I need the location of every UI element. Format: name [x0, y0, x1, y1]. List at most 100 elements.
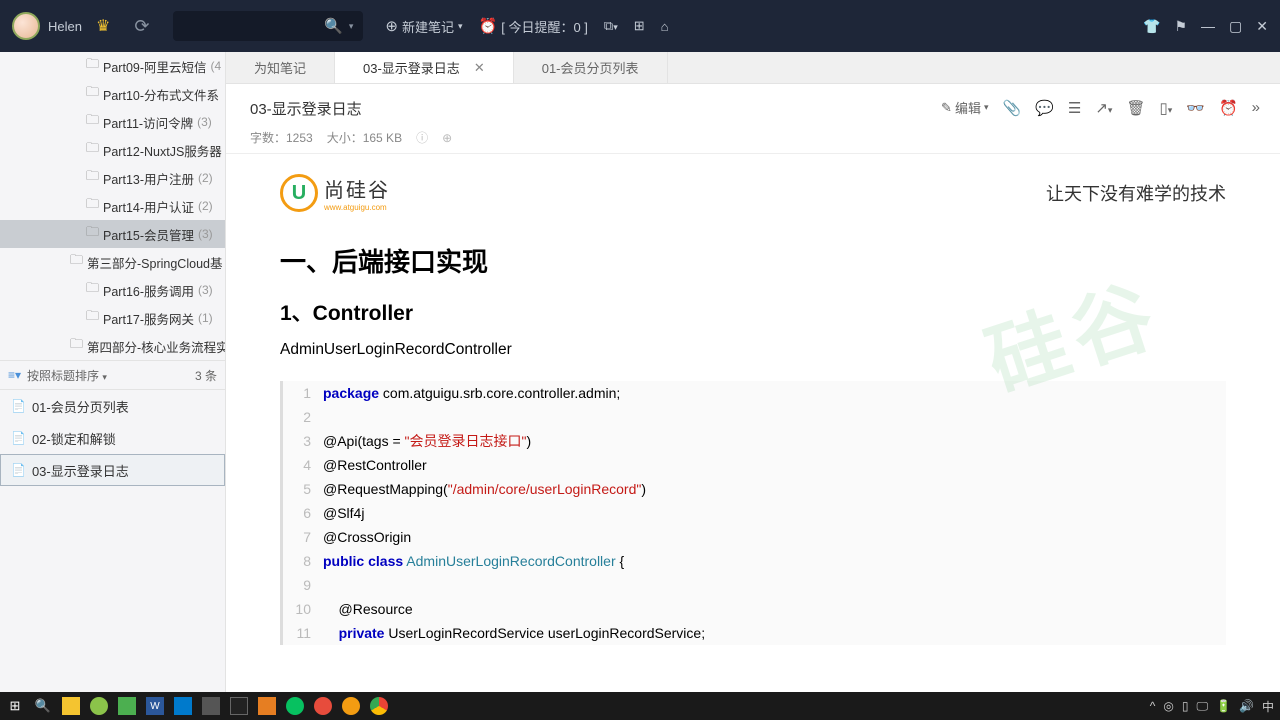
tray-icon[interactable]: ▯	[1182, 699, 1189, 713]
edit-button[interactable]: ✎编辑▾	[941, 98, 988, 117]
grid-icon[interactable]: ⊞	[634, 18, 645, 34]
pin-icon[interactable]: ⚑	[1174, 18, 1187, 35]
tray-icon[interactable]: 🖵	[1197, 699, 1209, 714]
note-item[interactable]: 📄02-锁定和解锁	[0, 422, 225, 454]
chevron-down-icon: ▾	[349, 21, 354, 32]
vscode-icon[interactable]	[174, 697, 192, 715]
new-note-label: 新建笔记	[402, 17, 454, 36]
list-icon[interactable]: ☰	[1068, 99, 1081, 117]
tab[interactable]: 03-显示登录日志✕	[335, 52, 514, 83]
folder-item[interactable]: 🗀Part10-分布式文件系	[0, 80, 225, 108]
app-icon[interactable]	[118, 697, 136, 715]
ime-indicator[interactable]: 中	[1262, 698, 1274, 715]
folder-item[interactable]: 🗀Part17-服务网关(1)	[0, 304, 225, 332]
book-icon[interactable]: ▯▾	[1159, 99, 1172, 117]
glasses-icon[interactable]: 👓	[1186, 99, 1205, 117]
folder-item[interactable]: 🗀Part12-NuxtJS服务器	[0, 136, 225, 164]
wechat-icon[interactable]	[286, 697, 304, 715]
code-line: 4@RestController	[283, 453, 1226, 477]
line-number: 7	[283, 525, 323, 549]
add-icon[interactable]: ⊕	[442, 131, 452, 145]
popout-icon[interactable]: ⧉▾	[604, 18, 618, 34]
sort-bar[interactable]: ≡▾ 按照标题排序 ▾ 3 条	[0, 360, 225, 390]
code-line: 7@CrossOrigin	[283, 525, 1226, 549]
crown-icon[interactable]: ♛	[96, 16, 110, 36]
folder-icon: 🗀	[86, 223, 99, 245]
folder-label: 第四部分-核心业务流程实	[87, 337, 225, 356]
tray-icon[interactable]: ◎	[1163, 699, 1173, 713]
note-label: 01-会员分页列表	[32, 397, 129, 416]
logo: U 尚硅谷 www.atguigu.com	[280, 174, 390, 212]
folder-item[interactable]: 🗀第四部分-核心业务流程实	[0, 332, 225, 360]
explorer-icon[interactable]	[62, 697, 80, 715]
note-list: 📄 01-会员分页列表 📄02-锁定和解锁📄03-显示登录日志	[0, 390, 225, 692]
app-icon[interactable]	[90, 697, 108, 715]
battery-icon[interactable]: 🔋	[1216, 699, 1231, 713]
code-line: 11 private UserLoginRecordService userLo…	[283, 621, 1226, 645]
start-button[interactable]: ⊞	[6, 697, 24, 715]
note-item[interactable]: 📄 01-会员分页列表	[0, 390, 225, 422]
reminder-label: [ 今日提醒：0 ]	[501, 17, 588, 36]
alarm-icon[interactable]: ⏰	[1219, 99, 1238, 117]
trash-icon[interactable]: 🗑	[1126, 99, 1145, 117]
logo-text: 尚硅谷	[324, 174, 390, 203]
info-icon[interactable]: ⓘ	[416, 129, 428, 146]
folder-label: Part12-NuxtJS服务器	[103, 141, 222, 160]
code-source: public class AdminUserLoginRecordControl…	[323, 549, 624, 573]
folder-item[interactable]: 🗀Part16-服务调用(3)	[0, 276, 225, 304]
folder-count: (2)	[198, 171, 213, 185]
folder-label: Part09-阿里云短信	[103, 57, 207, 76]
close-button[interactable]: ✕	[1256, 18, 1268, 35]
share-icon[interactable]: ↗▾	[1095, 99, 1112, 117]
folder-label: Part17-服务网关	[103, 309, 194, 328]
username[interactable]: Helen	[48, 19, 82, 34]
tab[interactable]: 为知笔记	[226, 52, 335, 83]
content-header: 03-显示登录日志 字数：1253 大小：165 KB ⓘ ⊕ ✎编辑▾ 📎 💬…	[226, 84, 1280, 154]
new-note-button[interactable]: ⊕ 新建笔记 ▾	[385, 17, 462, 36]
folder-item[interactable]: 🗀第三部分-SpringCloud基	[0, 248, 225, 276]
folder-item[interactable]: 🗀Part11-访问令牌(3)	[0, 108, 225, 136]
search-button[interactable]: 🔍	[34, 697, 52, 715]
search-input[interactable]: 🔍 ▾	[173, 11, 363, 41]
note-tools: ✎编辑▾ 📎 💬 ☰ ↗▾ 🗑 ▯▾ 👓 ⏰ »	[941, 98, 1260, 117]
folder-count: (1)	[198, 311, 213, 325]
chevron-down-icon: ▾	[458, 21, 463, 32]
tab[interactable]: 01-会员分页列表	[514, 52, 668, 83]
system-tray[interactable]: ^ ◎ ▯ 🖵 🔋 🔊 中	[1150, 698, 1274, 715]
note-icon: 📄	[11, 399, 26, 413]
tray-up-icon[interactable]: ^	[1150, 699, 1156, 713]
folder-item[interactable]: 🗀Part14-用户认证(2)	[0, 192, 225, 220]
tab-bar: 为知笔记 03-显示登录日志✕01-会员分页列表	[226, 52, 1280, 84]
folder-item[interactable]: 🗀Part15-会员管理(3)	[0, 220, 225, 248]
avatar[interactable]	[12, 12, 40, 40]
shirt-icon[interactable]: 👕	[1143, 18, 1160, 35]
folder-icon: 🗀	[86, 83, 99, 105]
app-icon[interactable]	[202, 697, 220, 715]
minimize-button[interactable]: —	[1201, 18, 1215, 34]
home-icon[interactable]: ⌂	[661, 19, 669, 34]
reminder-button[interactable]: ⏰ [ 今日提醒：0 ]	[479, 17, 588, 36]
code-line: 10 @Resource	[283, 597, 1226, 621]
folder-item[interactable]: 🗀Part09-阿里云短信(4	[0, 52, 225, 80]
sync-icon[interactable]: ⟳	[134, 16, 149, 37]
close-icon[interactable]: ✕	[474, 60, 485, 76]
taskbar: ⊞ 🔍 W ^ ◎ ▯ 🖵 🔋 🔊 中	[0, 692, 1280, 720]
more-icon[interactable]: »	[1252, 99, 1260, 116]
chrome-icon[interactable]	[370, 697, 388, 715]
note-label: 02-锁定和解锁	[32, 429, 116, 448]
volume-icon[interactable]: 🔊	[1239, 699, 1254, 713]
code-line: 6@Slf4j	[283, 501, 1226, 525]
note-item[interactable]: 📄03-显示登录日志	[0, 454, 225, 486]
tab-label: 为知笔记	[254, 58, 306, 77]
attachment-icon[interactable]: 📎	[1003, 99, 1022, 117]
line-number: 5	[283, 477, 323, 501]
maximize-button[interactable]: ▢	[1229, 18, 1242, 35]
comment-icon[interactable]: 💬	[1035, 99, 1054, 117]
app-icon[interactable]	[258, 697, 276, 715]
sort-count: 3 条	[195, 367, 217, 384]
folder-item[interactable]: 🗀Part13-用户注册(2)	[0, 164, 225, 192]
app-icon[interactable]	[314, 697, 332, 715]
app-icon[interactable]	[342, 697, 360, 715]
terminal-icon[interactable]	[230, 697, 248, 715]
word-icon[interactable]: W	[146, 697, 164, 715]
